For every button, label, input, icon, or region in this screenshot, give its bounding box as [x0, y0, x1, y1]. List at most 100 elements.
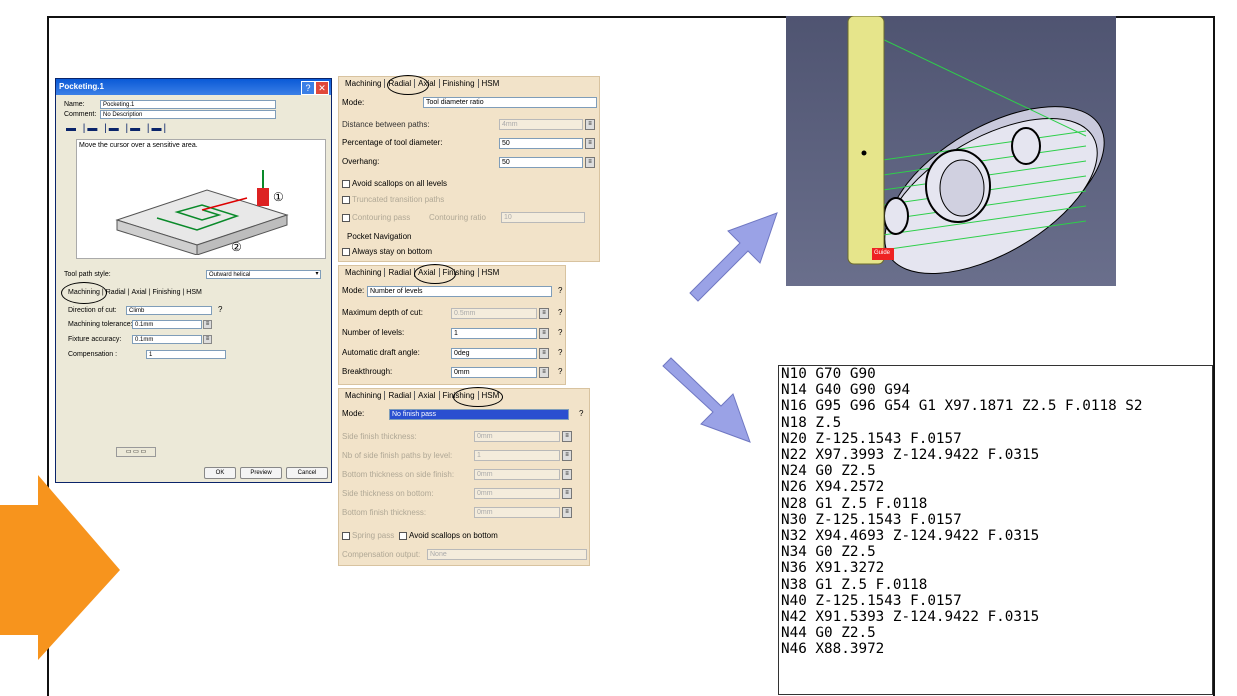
help-mark: ? [558, 286, 563, 295]
tab-machining[interactable]: Machining [342, 79, 386, 88]
mode-select[interactable]: Tool diameter ratio [423, 97, 597, 108]
help-icon[interactable]: ? [301, 81, 315, 95]
tab-machining[interactable]: Machining [342, 391, 386, 400]
avoid-scallops-checkbox[interactable]: Avoid scallops on all levels [342, 179, 447, 188]
always-bottom-checkbox[interactable]: Always stay on bottom [342, 247, 432, 256]
guide-label: Guide [874, 250, 891, 256]
side-on-bottom-spinner[interactable]: ≡ [562, 488, 572, 499]
contouring-ratio-field[interactable]: 10 [501, 212, 585, 223]
pocket-nav-label: Pocket Navigation [347, 232, 412, 241]
tab-radial[interactable]: Radial [104, 289, 128, 296]
preview-button[interactable]: Preview [240, 467, 282, 479]
mode-select[interactable]: No finish pass [389, 409, 569, 420]
truncated-checkbox[interactable]: Truncated transition paths [342, 195, 444, 204]
callout-2: ② [231, 240, 242, 254]
mode-select[interactable]: Number of levels [367, 286, 552, 297]
gcode-line: N42 X91.5393 Z-124.9422 F.0315 [781, 609, 1040, 626]
percentage-field[interactable]: 50 [499, 138, 583, 149]
pocketing-dialog: Pocketing.1 ? ✕ Name: Pocketing.1 Commen… [55, 78, 332, 483]
machining-tab-highlight [61, 282, 107, 304]
side-on-bottom-field[interactable]: 0mm [474, 488, 560, 499]
close-icon[interactable]: ✕ [315, 81, 329, 95]
name-field[interactable]: Pocketing.1 [100, 100, 276, 109]
cancel-button[interactable]: Cancel [286, 467, 328, 479]
contouring-checkbox[interactable]: Contouring pass [342, 213, 410, 222]
tab-hsm[interactable]: HSM [184, 289, 204, 296]
viewport-3d[interactable]: Guide [786, 16, 1116, 286]
pocket-preview[interactable]: Move the cursor over a sensitive area. ①… [76, 139, 326, 259]
name-label: Name: [64, 101, 85, 108]
tolerance-field[interactable]: 0.1mm [132, 320, 202, 329]
overhang-label: Overhang: [342, 157, 380, 166]
bottom-finish-spinner[interactable]: ≡ [562, 507, 572, 518]
overhang-field[interactable]: 50 [499, 157, 583, 168]
tolerance-label: Machining tolerance: [68, 321, 133, 328]
radial-panel: Machining Radial Axial Finishing HSM Mode: T… [338, 75, 600, 262]
hint-text: Move the cursor over a sensitive area. [79, 142, 198, 149]
side-thickness-spinner[interactable]: ≡ [562, 431, 572, 442]
chevron-down-icon[interactable]: ▾ [313, 270, 321, 278]
gcode-line: N34 G0 Z2.5 [781, 544, 876, 561]
draft-field[interactable]: 0deg [451, 348, 537, 359]
num-levels-field[interactable]: 1 [451, 328, 537, 339]
comp-output-select[interactable]: None [427, 549, 587, 560]
help-mark: ? [558, 308, 563, 317]
percentage-label: Percentage of tool diameter: [342, 138, 443, 147]
num-levels-spinner[interactable]: ≡ [539, 328, 549, 339]
tab-finishing[interactable]: Finishing [439, 79, 479, 88]
side-thickness-field[interactable]: 0mm [474, 431, 560, 442]
gcode-line: N18 Z.5 [781, 414, 842, 431]
tolerance-spinner[interactable]: ≡ [203, 320, 212, 329]
fixture-field[interactable]: 0.1mm [132, 335, 202, 344]
nb-paths-spinner[interactable]: ≡ [562, 450, 572, 461]
distance-spinner[interactable]: ≡ [585, 119, 595, 130]
max-depth-spinner[interactable]: ≡ [539, 308, 549, 319]
bottom-finish-field[interactable]: 0mm [474, 507, 560, 518]
spring-checkbox[interactable]: Spring pass [342, 531, 394, 540]
gcode-line: N16 G95 G96 G54 G1 X97.1871 Z2.5 F.0118 … [781, 398, 1143, 415]
replay-buttons[interactable]: ▭ ▭ ▭ [116, 447, 156, 457]
gcode-line: N30 Z-125.1543 F.0157 [781, 511, 962, 528]
compensation-select[interactable]: 1 [146, 350, 226, 359]
finishing-panel: Machining Radial Axial Finishing HSM Mode: N… [338, 387, 590, 566]
breakthrough-field[interactable]: 0mm [451, 367, 537, 378]
direction-label: Direction of cut: [68, 307, 117, 314]
mode-label: Mode: [342, 98, 365, 107]
avoid-bottom-checkbox[interactable]: Avoid scallops on bottom [399, 531, 498, 540]
tab-radial[interactable]: Radial [385, 391, 416, 400]
arrow-up-right-icon [689, 212, 778, 302]
tab-machining[interactable]: Machining [342, 268, 386, 277]
fixture-spinner[interactable]: ≡ [203, 335, 212, 344]
tab-axial[interactable]: Axial [129, 289, 148, 296]
gcode-line: N44 G0 Z2.5 [781, 625, 876, 642]
bottom-on-side-field[interactable]: 0mm [474, 469, 560, 480]
gcode-line: N22 X97.3993 Z-124.9422 F.0315 [781, 447, 1040, 464]
draft-spinner[interactable]: ≡ [539, 348, 549, 359]
side-thickness-label: Side finish thickness: [342, 432, 417, 441]
tab-axial[interactable]: Axial [415, 391, 440, 400]
gcode-line: N26 X94.2572 [781, 479, 885, 496]
ok-button[interactable]: OK [204, 467, 236, 479]
max-depth-field[interactable]: 0.5mm [451, 308, 537, 319]
gcode-listing[interactable]: N10 G70 G90 N14 G40 G90 G94 N16 G95 G96 G5… [778, 365, 1213, 695]
percentage-spinner[interactable]: ≡ [585, 138, 595, 149]
orange-arrow-icon [0, 475, 120, 660]
direction-select[interactable]: Climb [126, 306, 212, 315]
comment-field[interactable]: No Description [100, 110, 276, 119]
overhang-spinner[interactable]: ≡ [585, 157, 595, 168]
distance-field[interactable]: 4mm [499, 119, 583, 130]
bottom-on-side-spinner[interactable]: ≡ [562, 469, 572, 480]
toolpath-style-select[interactable]: Outward helical [206, 270, 321, 279]
nb-paths-field[interactable]: 1 [474, 450, 560, 461]
tab-hsm[interactable]: HSM [479, 79, 503, 88]
gcode-line: N36 X91.3272 [781, 560, 885, 577]
arrow-down-right-icon [662, 357, 751, 443]
mode-label: Mode: [342, 409, 365, 418]
breakthrough-label: Breakthrough: [342, 367, 393, 376]
tab-hsm[interactable]: HSM [479, 268, 503, 277]
strategy-icon-bar[interactable]: ▬ |▬ |▬ |▬ |▬| [66, 123, 216, 137]
breakthrough-spinner[interactable]: ≡ [539, 367, 549, 378]
tab-radial[interactable]: Radial [385, 268, 416, 277]
fixture-label: Fixture accuracy: [68, 336, 122, 343]
tab-finishing[interactable]: Finishing [150, 289, 182, 296]
